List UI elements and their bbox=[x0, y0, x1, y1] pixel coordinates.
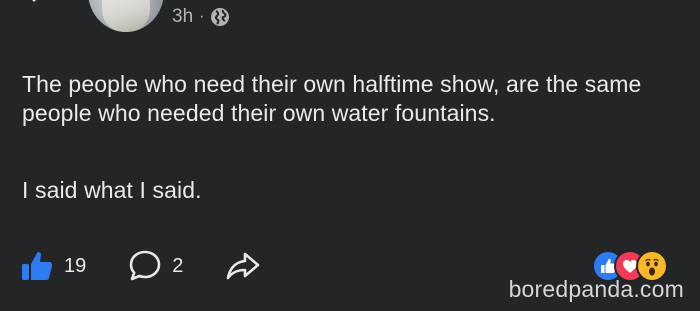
meta-separator: · bbox=[199, 8, 205, 25]
like-count: 19 bbox=[64, 254, 87, 277]
comment-count: 2 bbox=[172, 254, 184, 277]
watermark: boredpanda.com bbox=[508, 276, 684, 302]
comment-bubble-icon bbox=[129, 250, 161, 281]
share-arrow-icon bbox=[227, 252, 260, 280]
comment-button[interactable]: 2 bbox=[128, 249, 183, 283]
globe-icon bbox=[211, 8, 230, 26]
action-bar: 19 2 bbox=[20, 248, 303, 284]
post-body: The people who need their own halftime s… bbox=[22, 70, 662, 205]
post-paragraph-2: I said what I said. bbox=[22, 177, 202, 203]
share-button[interactable] bbox=[225, 249, 261, 283]
thumbs-up-icon bbox=[22, 252, 53, 280]
chevron-left-icon[interactable] bbox=[28, 0, 52, 12]
post-paragraph-1: The people who need their own halftime s… bbox=[22, 71, 642, 126]
avatar[interactable] bbox=[88, 0, 164, 32]
post-timestamp[interactable]: 3h bbox=[172, 6, 193, 28]
post-meta: 3h · bbox=[172, 4, 230, 30]
like-button[interactable]: 19 bbox=[20, 249, 86, 283]
